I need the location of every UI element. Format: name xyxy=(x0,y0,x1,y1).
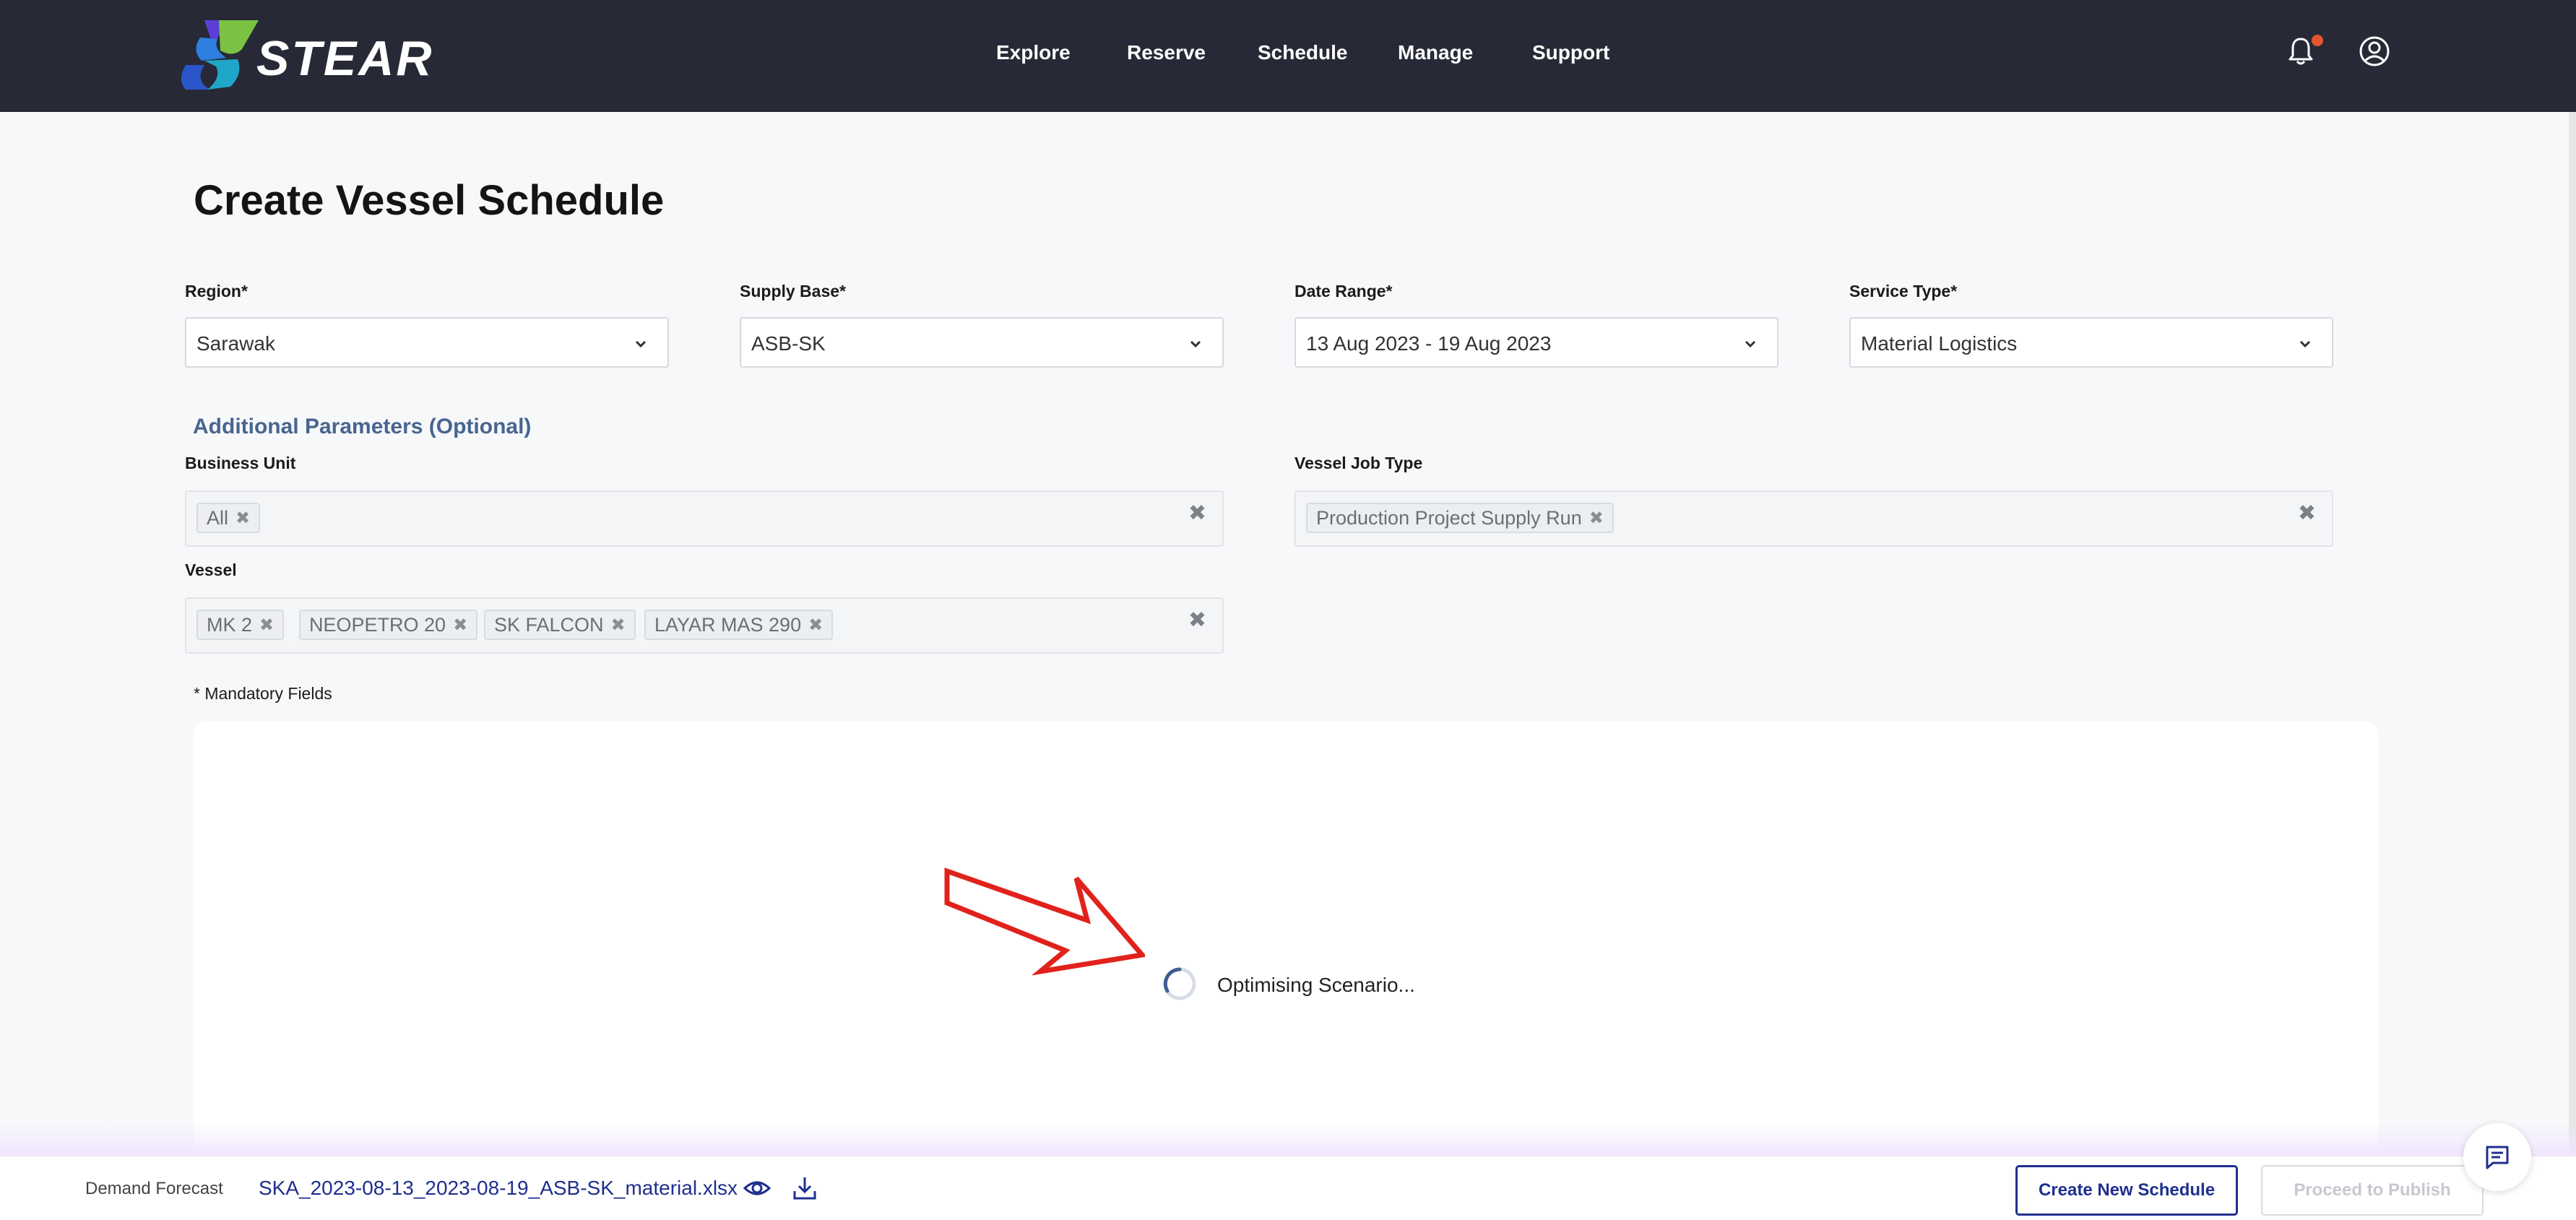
demand-forecast-file-link[interactable]: SKA_2023-08-13_2023-08-19_ASB-SK_materia… xyxy=(259,1177,738,1200)
chip-label: Production Project Supply Run xyxy=(1316,506,1582,529)
additional-parameters-title: Additional Parameters (Optional) xyxy=(193,415,532,438)
chip-business-unit: All ✖ xyxy=(196,503,261,533)
chip-vessel: SK FALCON ✖ xyxy=(484,610,636,640)
chip-vessel: NEOPETRO 20 ✖ xyxy=(299,610,478,640)
create-new-schedule-button[interactable]: Create New Schedule xyxy=(2015,1165,2238,1216)
nav-reserve[interactable]: Reserve xyxy=(1127,41,1206,64)
chat-button[interactable] xyxy=(2463,1123,2531,1191)
chevron-down-icon xyxy=(1190,340,1201,348)
remove-chip-icon[interactable]: ✖ xyxy=(259,615,274,636)
supply-base-label: Supply Base* xyxy=(740,282,846,300)
date-range-select[interactable]: 13 Aug 2023 - 19 Aug 2023 xyxy=(1295,317,1778,368)
top-navbar: STEAR Explore Reserve Schedule Manage Su… xyxy=(0,0,2576,112)
chevron-down-icon xyxy=(2299,340,2311,348)
red-arrow-annotation-icon xyxy=(944,868,1145,976)
date-range-label: Date Range* xyxy=(1295,282,1393,300)
chip-label: LAYAR MAS 290 xyxy=(654,613,802,636)
supply-base-select[interactable]: ASB-SK xyxy=(740,317,1224,368)
chip-label: SK FALCON xyxy=(494,613,604,636)
logo-text: STEAR xyxy=(256,31,434,86)
bottom-fade xyxy=(0,1123,2576,1156)
chip-label: NEOPETRO 20 xyxy=(309,613,446,636)
remove-chip-icon[interactable]: ✖ xyxy=(235,508,250,529)
vessel-job-type-multiselect[interactable]: Production Project Supply Run ✖ ✖ xyxy=(1295,490,2333,547)
schedule-result-panel xyxy=(194,721,2378,1169)
remove-chip-icon[interactable]: ✖ xyxy=(1589,508,1604,529)
optimising-status-text: Optimising Scenario... xyxy=(1217,974,1415,996)
download-icon[interactable] xyxy=(790,1174,819,1203)
chip-label: All xyxy=(207,506,229,529)
nav-explore[interactable]: Explore xyxy=(996,41,1071,64)
eye-icon[interactable] xyxy=(743,1174,771,1203)
vessel-multiselect[interactable]: MK 2 ✖ NEOPETRO 20 ✖ SK FALCON ✖ LAYAR M… xyxy=(185,597,1224,654)
user-account-icon[interactable] xyxy=(2358,35,2391,68)
chip-vessel: MK 2 ✖ xyxy=(196,610,285,640)
chip-vessel-job-type: Production Project Supply Run ✖ xyxy=(1306,503,1614,533)
remove-chip-icon[interactable]: ✖ xyxy=(808,615,823,636)
loading-spinner-icon xyxy=(1163,967,1196,1000)
remove-chip-icon[interactable]: ✖ xyxy=(611,615,626,636)
proceed-to-publish-button[interactable]: Proceed to Publish xyxy=(2261,1165,2484,1216)
clear-all-icon[interactable]: ✖ xyxy=(1188,607,1206,633)
chevron-down-icon xyxy=(635,340,647,348)
vessel-label: Vessel xyxy=(185,561,237,579)
clear-all-icon[interactable]: ✖ xyxy=(2298,501,2316,526)
remove-chip-icon[interactable]: ✖ xyxy=(453,615,467,636)
chip-vessel: LAYAR MAS 290 ✖ xyxy=(644,610,834,640)
service-type-value: Material Logistics xyxy=(1861,332,2018,355)
stear-logo[interactable]: STEAR xyxy=(176,17,431,92)
business-unit-label: Business Unit xyxy=(185,454,296,472)
page-title: Create Vessel Schedule xyxy=(194,177,665,224)
chevron-down-icon xyxy=(1745,340,1756,348)
vessel-job-type-label: Vessel Job Type xyxy=(1295,454,1423,472)
nav-manage[interactable]: Manage xyxy=(1398,41,1473,64)
bottom-action-bar: Demand Forecast SKA_2023-08-13_2023-08-1… xyxy=(0,1156,2576,1220)
date-range-value: 13 Aug 2023 - 19 Aug 2023 xyxy=(1306,332,1552,355)
page-scrollbar[interactable] xyxy=(2569,112,2576,1220)
region-value: Sarawak xyxy=(196,332,275,355)
service-type-label: Service Type* xyxy=(1849,282,1958,300)
nav-schedule[interactable]: Schedule xyxy=(1258,41,1347,64)
service-type-select[interactable]: Material Logistics xyxy=(1849,317,2333,368)
supply-base-value: ASB-SK xyxy=(751,332,826,355)
chat-icon xyxy=(2486,1146,2509,1169)
region-label: Region* xyxy=(185,282,248,300)
business-unit-multiselect[interactable]: All ✖ ✖ xyxy=(185,490,1224,547)
nav-support[interactable]: Support xyxy=(1532,41,1609,64)
mandatory-fields-note: * Mandatory Fields xyxy=(194,684,332,703)
region-select[interactable]: Sarawak xyxy=(185,317,669,368)
clear-all-icon[interactable]: ✖ xyxy=(1188,501,1206,526)
demand-forecast-label: Demand Forecast xyxy=(85,1179,223,1198)
stear-logo-mark-icon xyxy=(181,20,259,90)
chip-label: MK 2 xyxy=(207,613,253,636)
notification-badge xyxy=(2312,35,2323,46)
